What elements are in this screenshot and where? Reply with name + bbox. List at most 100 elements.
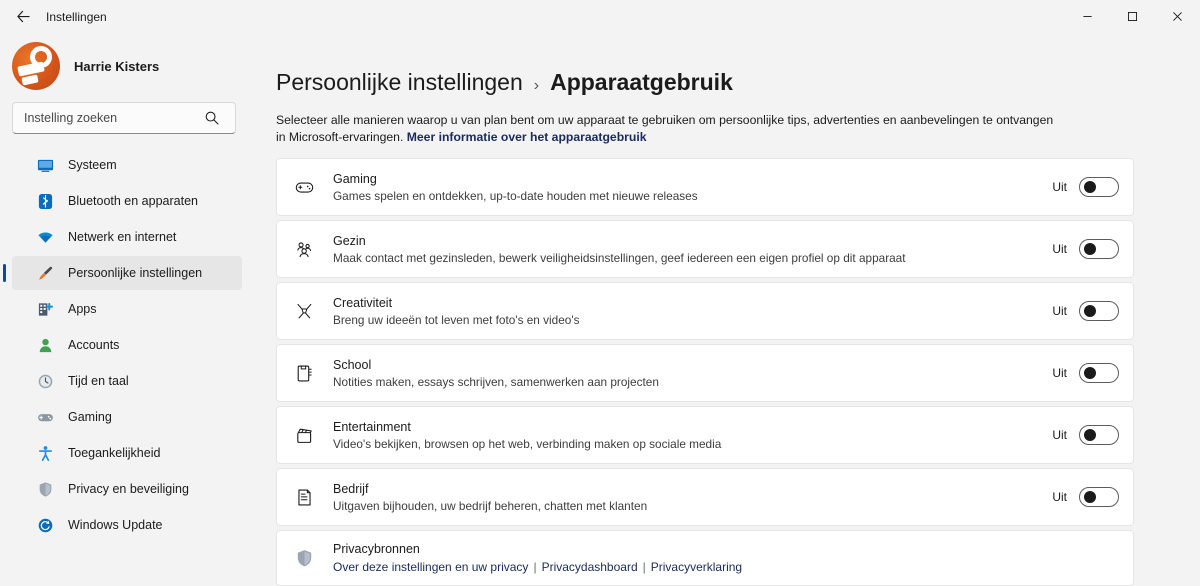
breadcrumb: Persoonlijke instellingen › Apparaatgebr… [262,33,1200,96]
sidebar-item-toegankelijkheid[interactable]: Toegankelijkheid [12,436,242,470]
card-control: Uit [1052,425,1119,445]
toggle-gezin[interactable] [1079,239,1119,259]
family-icon [293,238,315,260]
card-title: Entertainment [333,419,411,434]
chevron-right-icon: › [533,77,540,94]
toggle-state-label: Uit [1052,366,1067,380]
link-separator: | [642,559,646,574]
clapperboard-icon [293,424,315,446]
sidebar-item-tijd-en-taal[interactable]: Tijd en taal [12,364,242,398]
gamepad-icon [36,408,54,426]
setting-card-gezin[interactable]: Gezin Maak contact met gezinsleden, bewe… [276,220,1134,278]
card-subtitle: Video's bekijken, browsen op het web, ve… [333,436,722,451]
setting-card-creativiteit[interactable]: Creativiteit Breng uw ideeën tot leven m… [276,282,1134,340]
close-button[interactable] [1155,0,1200,33]
sidebar-item-label: Gaming [68,410,112,424]
maximize-button[interactable] [1110,0,1155,33]
sidebar-item-systeem[interactable]: Systeem [12,148,242,182]
card-title: Gaming [333,171,377,186]
toggle-entertainment[interactable] [1079,425,1119,445]
card-title: Creativiteit [333,295,393,310]
privacy-title: Privacybronnen [333,541,420,556]
sidebar-item-label: Persoonlijke instellingen [68,266,203,280]
toggle-bedrijf[interactable] [1079,487,1119,507]
privacy-links: Over deze instellingen en uw privacy | Pri… [333,559,1119,576]
main-content: Persoonlijke instellingen › Apparaatgebr… [252,33,1200,586]
card-control: Uit [1052,239,1119,259]
sidebar-item-label: Accounts [68,338,120,352]
card-title: Bedrijf [333,481,369,496]
sidebar-item-apps[interactable]: Apps [12,292,242,326]
card-text: Creativiteit Breng uw ideeën tot leven m… [333,295,1052,328]
toggle-school[interactable] [1079,363,1119,383]
apps-icon [36,300,54,318]
card-title: Gezin [333,233,366,248]
sidebar-item-label: Tijd en taal [68,374,129,388]
card-title: School [333,357,372,372]
card-subtitle: Maak contact met gezinsleden, bewerk vei… [333,250,906,265]
learn-more-link[interactable]: Meer informatie over het apparaatgebruik [407,130,647,144]
privacy-resources-card: Privacybronnen Over deze instellingen en… [276,530,1134,586]
privacy-link-about[interactable]: Over deze instellingen en uw privacy [333,560,528,574]
privacy-link-dashboard[interactable]: Privacydashboard [542,560,638,574]
setting-card-school[interactable]: School Notities maken, essays schrijven,… [276,344,1134,402]
avatar [12,42,60,90]
card-subtitle: Notities maken, essays schrijven, samenw… [333,374,659,389]
toggle-state-label: Uit [1052,490,1067,504]
card-text: Gezin Maak contact met gezinsleden, bewe… [333,233,1052,266]
card-subtitle: Uitgaven bijhouden, uw bedrijf beheren, … [333,498,648,513]
sidebar-item-persoonlijke-instellingen[interactable]: Persoonlijke instellingen [3,256,242,290]
breadcrumb-parent[interactable]: Persoonlijke instellingen [276,69,523,96]
card-control: Uit [1052,177,1119,197]
sidebar-item-privacy-en-beveiliging[interactable]: Privacy en beveiliging [12,472,242,506]
close-icon [1173,12,1182,21]
maximize-icon [1128,12,1137,21]
toggle-creativiteit[interactable] [1079,301,1119,321]
sidebar-item-label: Privacy en beveiliging [68,482,189,496]
accessibility-icon [36,444,54,462]
card-control: Uit [1052,301,1119,321]
arrow-left-icon [16,10,30,23]
search-input[interactable] [12,102,236,134]
card-text: Gaming Games spelen en ontdekken, up-to-… [333,171,1052,204]
toggle-state-label: Uit [1052,180,1067,194]
sidebar-item-netwerk-en-internet[interactable]: Netwerk en internet [12,220,242,254]
sidebar-item-label: Netwerk en internet [68,230,177,244]
monitor-icon [36,156,54,174]
search-container [0,102,242,134]
sidebar-item-windows-update[interactable]: Windows Update [12,508,242,542]
minimize-icon [1083,16,1092,17]
shield-icon [36,480,54,498]
toggle-gaming[interactable] [1079,177,1119,197]
link-separator: | [533,559,537,574]
toggle-state-label: Uit [1052,428,1067,442]
window-controls [1065,0,1200,33]
sidebar-item-bluetooth-en-apparaten[interactable]: Bluetooth en apparaten [12,184,242,218]
card-subtitle: Breng uw ideeën tot leven met foto's en … [333,312,580,327]
card-text: Bedrijf Uitgaven bijhouden, uw bedrijf b… [333,481,1052,514]
document-icon [293,486,315,508]
toggle-state-label: Uit [1052,304,1067,318]
update-icon [36,516,54,534]
settings-window: Instellingen Harrie Kisters Instelling z… [0,0,1200,586]
account-icon [36,336,54,354]
setting-card-gaming[interactable]: Gaming Games spelen en ontdekken, up-to-… [276,158,1134,216]
sidebar-item-accounts[interactable]: Accounts [12,328,242,362]
user-profile[interactable]: Harrie Kisters [0,33,242,102]
paintbrush-icon [36,264,54,282]
privacy-link-statement[interactable]: Privacyverklaring [651,560,742,574]
gamepad-icon [293,176,315,198]
sidebar-item-label: Bluetooth en apparaten [68,194,198,208]
setting-card-entertainment[interactable]: Entertainment Video's bekijken, browsen … [276,406,1134,464]
page-title: Apparaatgebruik [550,69,733,95]
card-control: Uit [1052,363,1119,383]
creativity-icon [293,300,315,322]
sidebar-item-label: Windows Update [68,518,163,532]
card-subtitle: Games spelen en ontdekken, up-to-date ho… [333,188,698,203]
minimize-button[interactable] [1065,0,1110,33]
toggle-state-label: Uit [1052,242,1067,256]
setting-card-bedrijf[interactable]: Bedrijf Uitgaven bijhouden, uw bedrijf b… [276,468,1134,526]
sidebar-item-gaming[interactable]: Gaming [12,400,242,434]
page-description: Selecteer alle manieren waarop u van pla… [262,96,1122,146]
back-button[interactable] [6,2,40,32]
